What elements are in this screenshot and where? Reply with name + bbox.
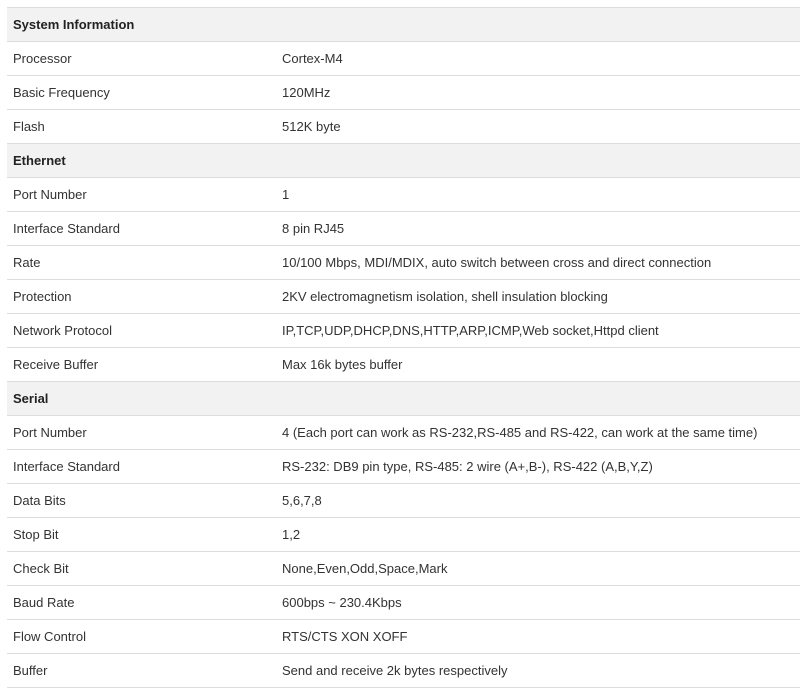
table-row: Flow Control RTS/CTS XON XOFF: [7, 619, 800, 654]
table-row: Interface Standard 8 pin RJ45: [7, 211, 800, 246]
spec-label: Rate: [7, 245, 276, 280]
table-row: Data Bits 5,6,7,8: [7, 483, 800, 518]
table-row: Stop Bit 1,2: [7, 517, 800, 552]
spec-label: Flow Control: [7, 619, 276, 654]
table-row: Buffer Send and receive 2k bytes respect…: [7, 653, 800, 688]
table-row: Processor Cortex-M4: [7, 41, 800, 76]
spec-table: System Information Processor Cortex-M4 B…: [7, 7, 800, 688]
spec-label: Data Bits: [7, 483, 276, 518]
spec-value: 512K byte: [276, 109, 800, 144]
spec-label: Protection: [7, 279, 276, 314]
spec-value: 5,6,7,8: [276, 483, 800, 518]
spec-value: 1: [276, 177, 800, 212]
section-title: Serial: [7, 381, 800, 416]
spec-label: Baud Rate: [7, 585, 276, 620]
spec-label: Port Number: [7, 177, 276, 212]
spec-value: Max 16k bytes buffer: [276, 347, 800, 382]
spec-label: Stop Bit: [7, 517, 276, 552]
table-row: Rate 10/100 Mbps, MDI/MDIX, auto switch …: [7, 245, 800, 280]
spec-label: Interface Standard: [7, 211, 276, 246]
table-row: Basic Frequency 120MHz: [7, 75, 800, 110]
spec-label: Basic Frequency: [7, 75, 276, 110]
spec-value: 600bps ~ 230.4Kbps: [276, 585, 800, 620]
table-row: Network Protocol IP,TCP,UDP,DHCP,DNS,HTT…: [7, 313, 800, 348]
table-row: Port Number 1: [7, 177, 800, 212]
spec-label: Interface Standard: [7, 449, 276, 484]
spec-label: Network Protocol: [7, 313, 276, 348]
spec-value: 10/100 Mbps, MDI/MDIX, auto switch betwe…: [276, 245, 800, 280]
table-row: Port Number 4 (Each port can work as RS-…: [7, 415, 800, 450]
spec-label: Port Number: [7, 415, 276, 450]
section-title: System Information: [7, 7, 800, 42]
table-row: Baud Rate 600bps ~ 230.4Kbps: [7, 585, 800, 620]
spec-value: None,Even,Odd,Space,Mark: [276, 551, 800, 586]
spec-value: IP,TCP,UDP,DHCP,DNS,HTTP,ARP,ICMP,Web so…: [276, 313, 800, 348]
section-header-system-information: System Information: [7, 7, 800, 42]
spec-value: 2KV electromagnetism isolation, shell in…: [276, 279, 800, 314]
table-row: Interface Standard RS-232: DB9 pin type,…: [7, 449, 800, 484]
spec-value: Send and receive 2k bytes respectively: [276, 653, 800, 688]
spec-label: Check Bit: [7, 551, 276, 586]
spec-value: RS-232: DB9 pin type, RS-485: 2 wire (A+…: [276, 449, 800, 484]
table-row: Protection 2KV electromagnetism isolatio…: [7, 279, 800, 314]
spec-value: 4 (Each port can work as RS-232,RS-485 a…: [276, 415, 800, 450]
spec-value: 8 pin RJ45: [276, 211, 800, 246]
table-row: Check Bit None,Even,Odd,Space,Mark: [7, 551, 800, 586]
section-header-ethernet: Ethernet: [7, 143, 800, 178]
section-header-serial: Serial: [7, 381, 800, 416]
spec-label: Flash: [7, 109, 276, 144]
spec-value: Cortex-M4: [276, 41, 800, 76]
spec-label: Buffer: [7, 653, 276, 688]
table-row: Flash 512K byte: [7, 109, 800, 144]
section-title: Ethernet: [7, 143, 800, 178]
spec-value: 1,2: [276, 517, 800, 552]
spec-value: 120MHz: [276, 75, 800, 110]
spec-label: Processor: [7, 41, 276, 76]
spec-label: Receive Buffer: [7, 347, 276, 382]
spec-value: RTS/CTS XON XOFF: [276, 619, 800, 654]
table-row: Receive Buffer Max 16k bytes buffer: [7, 347, 800, 382]
